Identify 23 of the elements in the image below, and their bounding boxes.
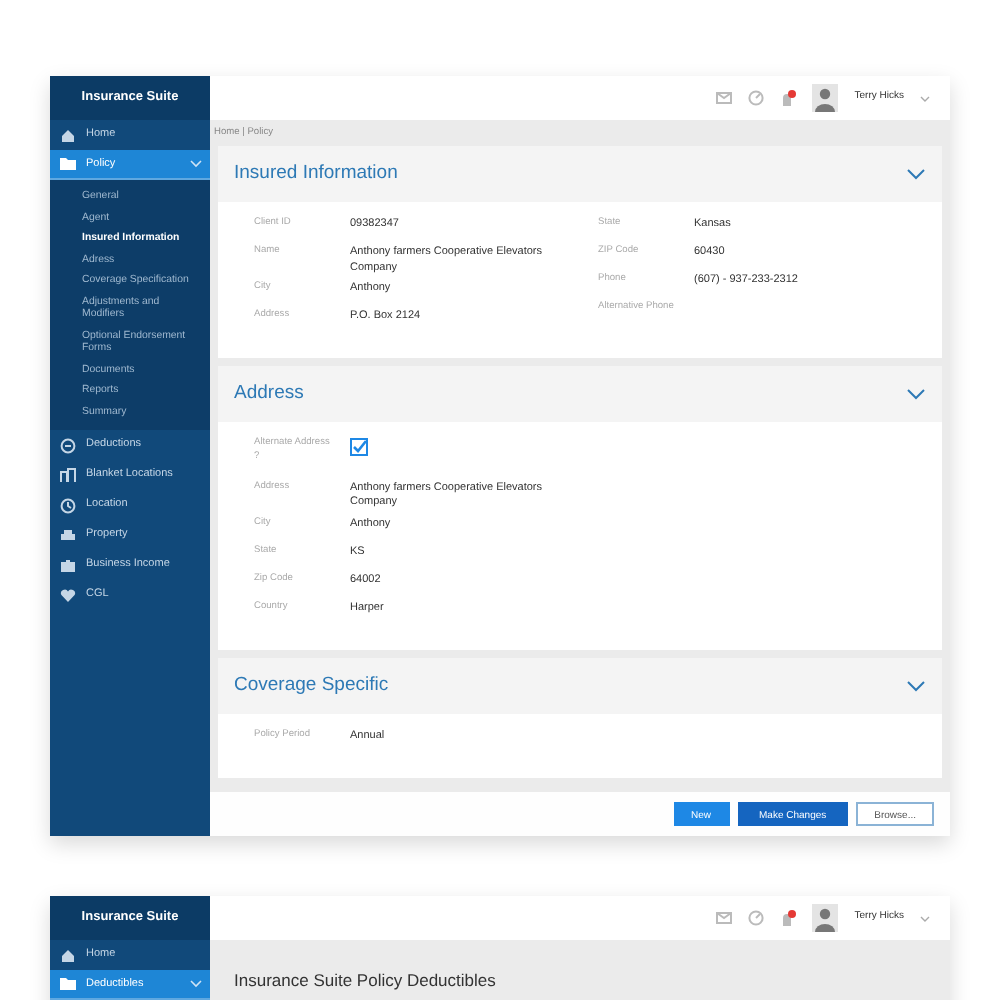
heart-icon <box>60 587 76 603</box>
avatar-icon <box>812 84 839 112</box>
page-title: Insurance Suite Policy Deductibles <box>232 968 498 994</box>
avatar-icon <box>812 904 839 932</box>
section-title: Address <box>234 379 304 408</box>
gauge-icon <box>748 90 765 106</box>
buildings-icon <box>60 467 76 483</box>
folder-icon <box>60 976 76 992</box>
printer-icon <box>60 527 76 543</box>
mail-icon <box>716 92 733 104</box>
home-icon <box>60 127 76 143</box>
caret-icon <box>920 95 930 101</box>
gauge-icon <box>748 910 765 926</box>
folder-icon <box>60 156 76 172</box>
section-title: Insured Information <box>234 160 398 189</box>
home-icon <box>60 947 76 963</box>
briefcase-icon <box>60 557 76 573</box>
minus-circle-icon <box>60 437 76 453</box>
section-title: Coverage Specific <box>234 671 389 700</box>
mail-icon <box>716 912 733 924</box>
clock-icon <box>60 497 76 513</box>
caret-icon <box>920 915 930 921</box>
checkbox[interactable] <box>350 438 368 457</box>
